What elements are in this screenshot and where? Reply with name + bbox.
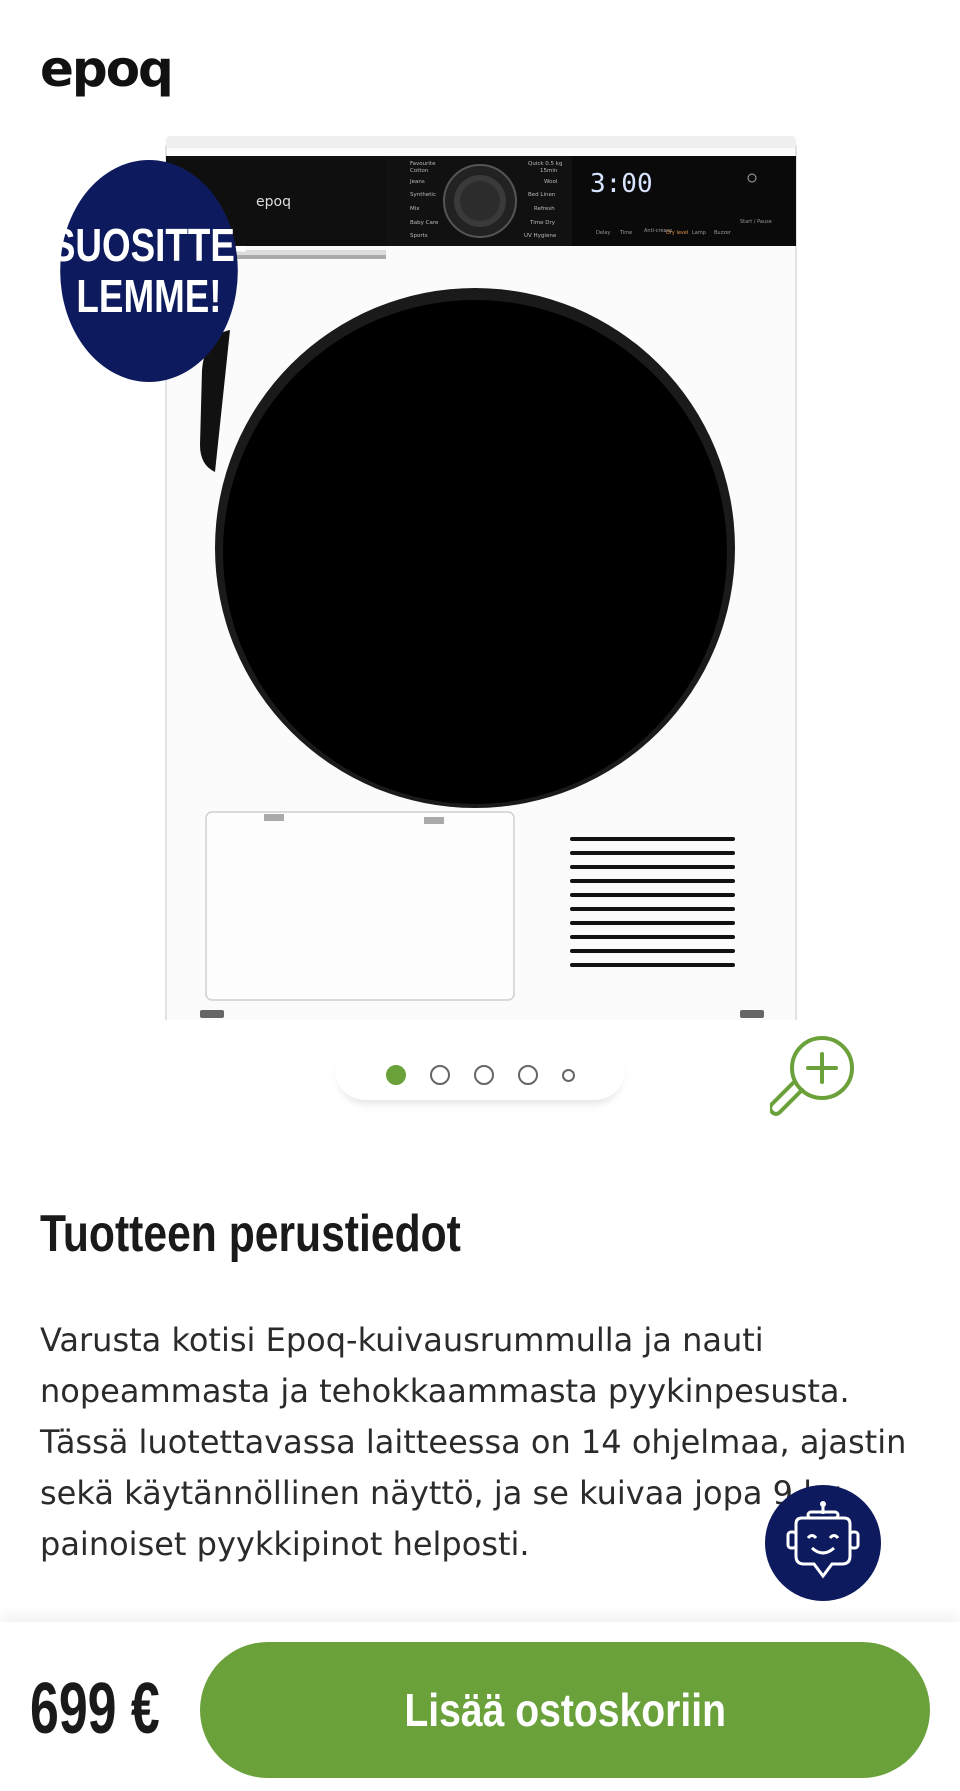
badge-line-1: SUOSITTE-	[50, 219, 248, 272]
recommended-badge: SUOSITTE- LEMME!	[51, 160, 247, 382]
svg-text:Dry level: Dry level	[666, 230, 688, 236]
chatbot-button[interactable]	[765, 1485, 881, 1601]
appliance-brand-text: epoq	[256, 194, 291, 210]
svg-text:Baby Care: Baby Care	[410, 220, 439, 226]
carousel-dot-1[interactable]	[385, 1065, 406, 1085]
svg-text:Synthetic: Synthetic	[410, 192, 436, 198]
epoq-logo[interactable]: epoq	[40, 44, 174, 94]
carousel-dot-5[interactable]	[561, 1068, 575, 1082]
carousel-dot-3[interactable]	[473, 1065, 494, 1085]
svg-text:Quick 0.5 kg: Quick 0.5 kg	[528, 161, 562, 167]
carousel-dot-4[interactable]	[517, 1065, 538, 1085]
price: 699 €	[30, 1669, 160, 1749]
svg-text:Bed Linen: Bed Linen	[528, 192, 556, 198]
svg-text:Jeans: Jeans	[409, 179, 425, 185]
svg-text:Start / Pause: Start / Pause	[740, 219, 772, 225]
svg-text:Time: Time	[619, 230, 632, 236]
robot-icon	[786, 1501, 860, 1579]
svg-text:UV Hygiene: UV Hygiene	[524, 233, 557, 239]
svg-text:Lamp: Lamp	[692, 230, 706, 236]
display-time: 3:00	[590, 169, 653, 199]
section-heading: Tuotteen perustiedot	[40, 1205, 461, 1263]
zoom-in-icon[interactable]	[770, 1030, 860, 1120]
svg-text:15min: 15min	[540, 168, 558, 174]
add-to-cart-label: Lisää ostoskoriin	[404, 1684, 726, 1736]
svg-text:Refresh: Refresh	[534, 206, 555, 212]
carousel-dot-2[interactable]	[429, 1065, 450, 1085]
carousel-pagination	[335, 1050, 625, 1100]
svg-text:Sports: Sports	[410, 233, 428, 239]
svg-text:Wool: Wool	[544, 179, 558, 185]
svg-text:Time Dry: Time Dry	[529, 220, 556, 226]
svg-text:Favourite: Favourite	[410, 161, 436, 167]
add-to-cart-button[interactable]: Lisää ostoskoriin	[200, 1642, 930, 1778]
svg-text:Mix: Mix	[410, 206, 420, 212]
badge-line-2: LEMME!	[76, 270, 222, 322]
svg-text:Buzzer: Buzzer	[714, 230, 732, 236]
svg-text:Delay: Delay	[596, 230, 610, 236]
svg-text:Cotton: Cotton	[410, 168, 429, 174]
